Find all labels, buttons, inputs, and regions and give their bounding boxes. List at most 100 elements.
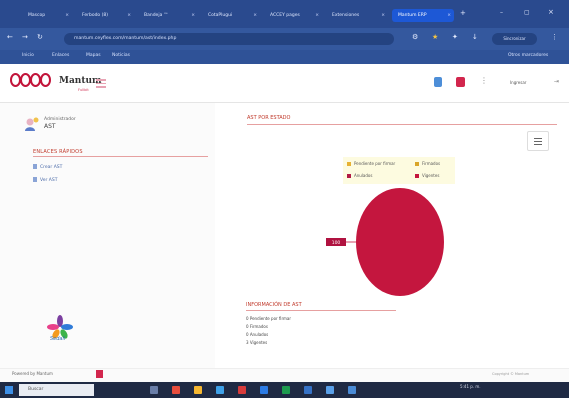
alert-icon[interactable] [456,77,465,87]
bookmark-item[interactable]: Inicio [22,53,34,58]
legend-item[interactable]: Firmados [415,161,440,166]
browser-tab[interactable]: CotaPlugui × [202,9,260,22]
browser-tab-label: Bandeja ™ [144,13,169,18]
app-footer [0,368,569,383]
footer-right-text: Copyright © Mantum [492,372,530,376]
user-name: Administrador [44,117,76,122]
bookmark-item[interactable]: Noticias [112,53,130,58]
forward-icon[interactable]: → [22,33,28,41]
data-label: 100 [332,240,341,246]
puzzle-icon[interactable]: ✦ [452,33,458,41]
legend-label: Pendiente por firmar [354,161,396,166]
quick-link-label: Crear AST [40,165,63,170]
legend-item[interactable]: Pendiente por firmar [347,161,395,166]
back-icon[interactable]: ← [7,33,13,41]
windows-start-icon[interactable] [5,386,13,394]
close-icon[interactable]: × [447,9,451,22]
chrome-icon[interactable] [348,386,356,394]
browser-tab-label: CotaPlugui [208,13,233,18]
info-item: 0 Pendiente por firmar [246,316,292,321]
browser-tab[interactable]: Ferbodo (8) × [76,9,134,22]
bookmarks-bar: Inicio Enlaces Mapas Noticias Otros marc… [0,50,569,64]
more-icon[interactable]: ⋮ [551,33,558,41]
edge-icon[interactable] [216,386,224,394]
url-input[interactable]: mantum.ceyflex.com/mantum/ast/index.php [64,33,394,45]
browser-tab-active[interactable]: Mantum ERP × [392,9,454,22]
quick-link-create-ast[interactable]: Crear AST [33,164,62,170]
browser-tab[interactable]: ACCEY pages × [264,9,322,22]
extension-icon[interactable]: ⚙ [412,33,418,41]
legend-label: Vigentes [422,173,440,178]
maximize-icon[interactable]: ▢ [524,9,530,16]
legend-swatch [347,174,351,178]
user-avatar-icon [25,117,39,131]
star-icon[interactable]: ★ [432,33,438,41]
browser-tab-label: Mantum ERP [398,13,427,18]
document-icon [33,164,37,169]
info-item: 0 Anulados [246,332,269,337]
more-options-icon[interactable]: ⋮ [480,76,488,85]
quick-links-title: ENLACES RÁPIDOS [33,149,83,155]
app-icon[interactable] [172,386,180,394]
new-tab-icon[interactable]: + [460,9,466,17]
download-icon[interactable]: ↓ [472,33,478,41]
profile-button[interactable]: Sincronizar [492,33,537,45]
footer-badge-icon[interactable] [96,370,103,378]
header-user-label[interactable]: Ingresar [510,80,526,85]
notification-icon[interactable] [434,77,442,87]
minimize-icon[interactable]: – [500,9,503,16]
quick-link-view-ast[interactable]: Ver AST [33,177,57,183]
legend-swatch [347,162,351,166]
divider [246,310,396,311]
taskbar-clock[interactable]: 5:41 p. m. [460,384,481,389]
folder-icon[interactable] [194,386,202,394]
close-icon[interactable]: × [65,9,69,22]
divider [33,156,208,157]
close-icon[interactable]: × [381,9,385,22]
document-icon [33,177,37,182]
logo-ring-icon [40,73,51,87]
word-icon[interactable] [260,386,268,394]
close-icon[interactable]: × [253,9,257,22]
bookmark-item[interactable]: Mapas [86,53,101,58]
chart-menu-button[interactable] [527,131,549,151]
sedali-logo-text: Sedali [50,336,66,342]
info-title: INFORMACIÓN DE AST [246,302,302,308]
taskbar-search-input[interactable]: Buscar [19,384,94,396]
browser-tab-label: ACCEY pages [270,13,300,18]
outlook-icon[interactable] [304,386,312,394]
chart-title: AST POR ESTADO [247,115,291,121]
browser-tab[interactable]: Mascop × [22,9,72,22]
excel-icon[interactable] [282,386,290,394]
close-icon[interactable]: × [315,9,319,22]
browser-tab[interactable]: Extensiones × [326,9,388,22]
legend-label: Anulados [354,173,373,178]
bookmark-item[interactable]: Enlaces [52,53,69,58]
footer-left-text: Powered by Mantum [12,371,53,376]
menu-toggle-icon[interactable] [96,79,106,88]
legend-item[interactable]: Anulados [347,173,372,178]
teams-icon[interactable] [326,386,334,394]
sidebar [0,103,215,368]
pie-slice[interactable] [356,188,444,296]
logout-icon[interactable]: ⇥ [554,78,559,85]
legend-item[interactable]: Vigentes [415,173,439,178]
browser-tab-bar: Mascop × Ferbodo (8) × Bandeja ™ × CotaPlug… [0,0,569,28]
bookmark-other[interactable]: Otros marcadores [508,53,548,58]
info-item: 0 Firmados [246,324,268,329]
app-icon[interactable] [238,386,246,394]
browser-tab[interactable]: Bandeja ™ × [138,9,198,22]
close-icon[interactable]: × [127,9,131,22]
task-view-icon[interactable] [150,386,158,394]
pie-chart: 100 [326,188,444,296]
quick-link-label: Ver AST [40,178,58,183]
browser-tab-label: Mascop [28,13,46,18]
reload-icon[interactable]: ↻ [37,33,43,41]
close-window-icon[interactable]: × [548,8,554,16]
browser-tab-label: Ferbodo (8) [82,13,108,18]
legend-swatch [415,162,419,166]
close-icon[interactable]: × [191,9,195,22]
browser-tab-label: Extensiones [332,13,360,18]
info-item: 3 Vigentes [246,340,268,345]
user-role: AST [44,123,56,130]
